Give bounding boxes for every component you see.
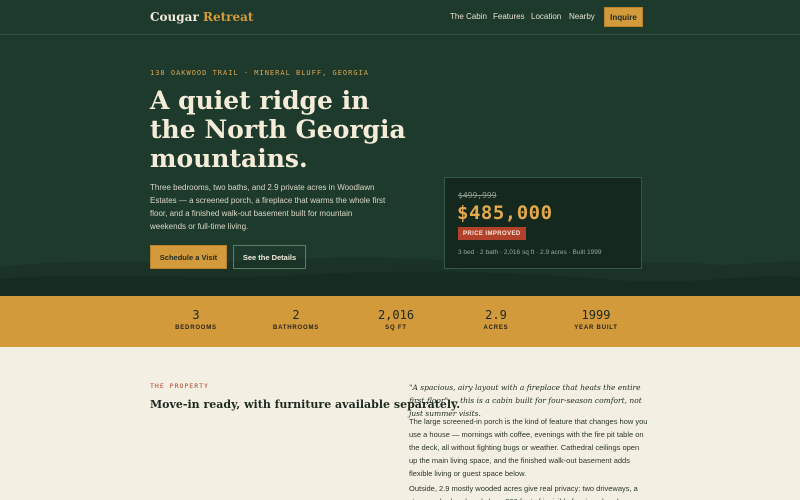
hero-headline: A quiet ridge in the North Georgia mount… bbox=[150, 86, 406, 173]
nav-link-nearby[interactable]: Nearby bbox=[569, 12, 595, 21]
price-card: $499,999 $485,000 PRICE IMPROVED 3 bed ·… bbox=[444, 177, 642, 269]
stat-label: BEDROOMS bbox=[175, 325, 217, 331]
top-nav: Cougar Retreat The Cabin Features Locati… bbox=[0, 0, 800, 35]
stat-value: 2.9 bbox=[485, 308, 507, 322]
brand-name: Cougar bbox=[150, 10, 199, 24]
brand-accent: Retreat bbox=[202, 10, 254, 24]
original-price: $499,999 bbox=[458, 191, 497, 200]
stat-label: SQ FT bbox=[385, 325, 407, 331]
property-paragraph: The large screened-in porch is the kind … bbox=[409, 417, 648, 478]
stat-bedrooms: 3 BEDROOMS bbox=[151, 308, 241, 331]
stat-bathrooms: 2 BATHROOMS bbox=[251, 308, 341, 331]
brand-logo[interactable]: Cougar Retreat bbox=[150, 10, 253, 24]
schedule-visit-button[interactable]: Schedule a Visit bbox=[150, 245, 227, 269]
price-improved-badge: PRICE IMPROVED bbox=[458, 227, 526, 240]
section-kicker: THE PROPERTY bbox=[150, 382, 209, 390]
property-address: 138 OAKWOOD TRAIL · MINERAL BLUFF, GEORG… bbox=[150, 69, 370, 77]
nav-link-location[interactable]: Location bbox=[531, 12, 561, 21]
stat-label: BATHROOMS bbox=[272, 325, 320, 331]
stat-acres: 2.9 ACRES bbox=[451, 308, 541, 331]
inquire-button[interactable]: Inquire bbox=[604, 7, 643, 27]
hero-section: 138 OAKWOOD TRAIL · MINERAL BLUFF, GEORG… bbox=[0, 35, 800, 296]
property-summary: 3 bed · 2 bath · 2,016 sq ft · 2.9 acres… bbox=[458, 249, 602, 256]
stat-value: 2,016 bbox=[377, 308, 415, 322]
nav-link-the-cabin[interactable]: The Cabin bbox=[450, 12, 487, 21]
nav-link-features[interactable]: Features bbox=[493, 12, 525, 21]
current-price: $485,000 bbox=[457, 202, 553, 224]
see-details-button[interactable]: See the Details bbox=[233, 245, 306, 269]
stat-value: 2 bbox=[292, 308, 300, 322]
stat-year-built: 1999 YEAR BUILT bbox=[551, 308, 641, 331]
stat-label: YEAR BUILT bbox=[574, 325, 618, 331]
stat-label: ACRES bbox=[483, 325, 509, 331]
stat-value: 3 bbox=[192, 308, 200, 322]
stat-value: 1999 bbox=[581, 308, 611, 322]
property-paragraph: Outside, 2.9 mostly wooded acres give re… bbox=[409, 484, 638, 500]
stat-sq-ft: 2,016 SQ FT bbox=[351, 308, 441, 331]
stats-band: 3 BEDROOMS 2 BATHROOMS 2,016 SQ FT 2.9 A… bbox=[0, 296, 800, 347]
hero-description: Three bedrooms, two baths, and 2.9 priva… bbox=[150, 183, 386, 231]
